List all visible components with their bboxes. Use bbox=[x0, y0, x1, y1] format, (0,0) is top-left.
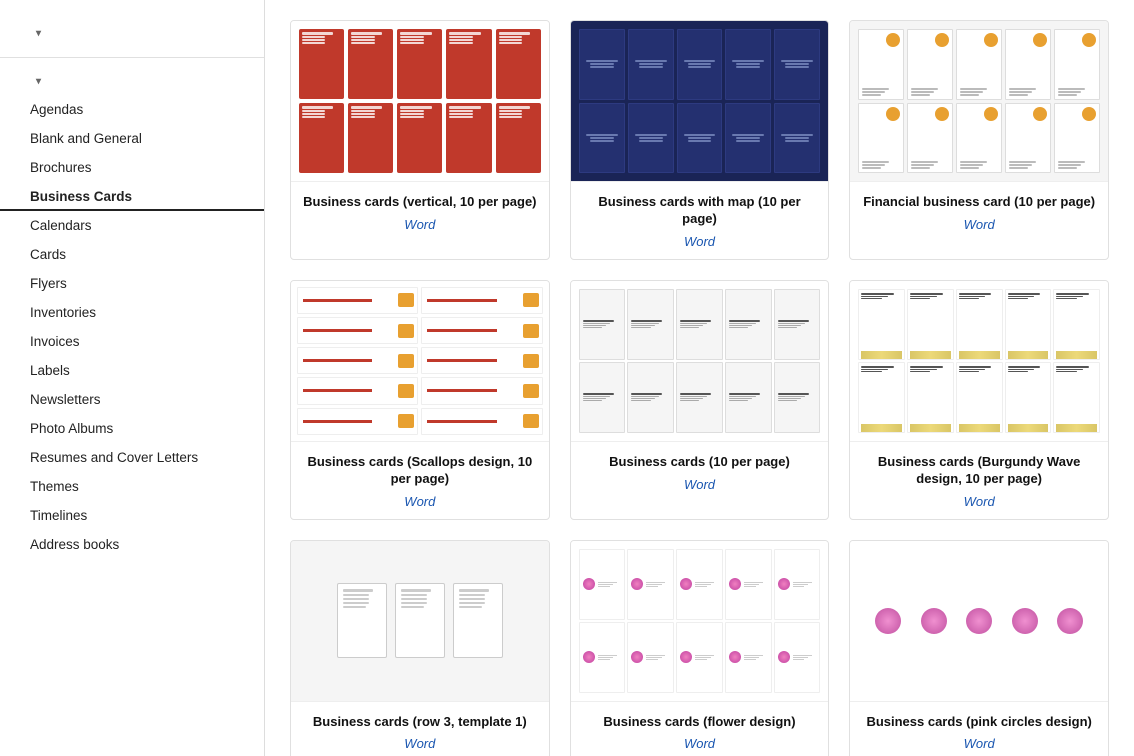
template-preview-bc-burgundy-10 bbox=[850, 281, 1108, 441]
browse-chevron-icon: ▾ bbox=[36, 76, 42, 87]
template-card-bc-10page[interactable]: Business cards (10 per page) Word bbox=[570, 280, 830, 520]
template-title-bc-financial-10: Financial business card (10 per page) bbox=[860, 194, 1098, 211]
browse-header[interactable]: ▾ bbox=[0, 68, 264, 95]
template-title-bc-burgundy-10: Business cards (Burgundy Wave design, 10… bbox=[860, 454, 1098, 488]
sidebar-item-resumes[interactable]: Resumes and Cover Letters bbox=[0, 443, 264, 472]
template-preview-bc-vertical-10 bbox=[291, 21, 549, 181]
sidebar-item-brochures[interactable]: Brochures bbox=[0, 153, 264, 182]
sidebar-item-calendars[interactable]: Calendars bbox=[0, 211, 264, 240]
favorites-chevron-icon: ▾ bbox=[36, 28, 42, 39]
template-card-bc-pink-circles[interactable]: Business cards (pink circles design) Word bbox=[849, 540, 1109, 756]
main-content: Business cards (vertical, 10 per page) Wo… bbox=[265, 0, 1134, 756]
template-preview-bc-flowers-pink bbox=[571, 541, 829, 701]
sidebar-item-address-books[interactable]: Address books bbox=[0, 530, 264, 559]
template-title-bc-map-10: Business cards with map (10 per page) bbox=[581, 194, 819, 228]
template-title-bc-pink-circles: Business cards (pink circles design) bbox=[860, 714, 1098, 731]
template-card-bc-row3-1[interactable]: Business cards (row 3, template 1) Word bbox=[290, 540, 550, 756]
sidebar-item-business-cards[interactable]: Business Cards bbox=[0, 182, 264, 211]
template-card-bc-burgundy-10[interactable]: Business cards (Burgundy Wave design, 10… bbox=[849, 280, 1109, 520]
sidebar-item-labels[interactable]: Labels bbox=[0, 356, 264, 385]
template-title-bc-scallops-10: Business cards (Scallops design, 10 per … bbox=[301, 454, 539, 488]
sidebar-item-blank-general[interactable]: Blank and General bbox=[0, 124, 264, 153]
template-preview-bc-map-10 bbox=[571, 21, 829, 181]
template-card-bc-flowers-pink[interactable]: Business cards (flower design) Word bbox=[570, 540, 830, 756]
template-preview-bc-pink-circles bbox=[850, 541, 1108, 701]
template-preview-bc-scallops-10 bbox=[291, 281, 549, 441]
sidebar-nav: AgendasBlank and GeneralBrochuresBusines… bbox=[0, 95, 264, 559]
template-title-bc-row3-1: Business cards (row 3, template 1) bbox=[301, 714, 539, 731]
sidebar-item-newsletters[interactable]: Newsletters bbox=[0, 385, 264, 414]
template-app-bc-burgundy-10: Word bbox=[860, 494, 1098, 509]
template-title-bc-flowers-pink: Business cards (flower design) bbox=[581, 714, 819, 731]
sidebar-item-invoices[interactable]: Invoices bbox=[0, 327, 264, 356]
template-title-bc-vertical-10: Business cards (vertical, 10 per page) bbox=[301, 194, 539, 211]
sidebar-divider-1 bbox=[0, 57, 264, 58]
template-app-bc-row3-1: Word bbox=[301, 736, 539, 751]
template-app-bc-pink-circles: Word bbox=[860, 736, 1098, 751]
template-app-bc-10page: Word bbox=[581, 477, 819, 492]
template-app-bc-scallops-10: Word bbox=[301, 494, 539, 509]
template-card-bc-map-10[interactable]: Business cards with map (10 per page) Wor… bbox=[570, 20, 830, 260]
template-card-bc-scallops-10[interactable]: Business cards (Scallops design, 10 per … bbox=[290, 280, 550, 520]
sidebar-item-agendas[interactable]: Agendas bbox=[0, 95, 264, 124]
sidebar-item-timelines[interactable]: Timelines bbox=[0, 501, 264, 530]
sidebar-item-flyers[interactable]: Flyers bbox=[0, 269, 264, 298]
template-card-bc-financial-10[interactable]: Financial business card (10 per page) Wor… bbox=[849, 20, 1109, 260]
sidebar-item-photo-albums[interactable]: Photo Albums bbox=[0, 414, 264, 443]
template-card-bc-vertical-10[interactable]: Business cards (vertical, 10 per page) Wo… bbox=[290, 20, 550, 260]
template-title-bc-10page: Business cards (10 per page) bbox=[581, 454, 819, 471]
sidebar-item-themes[interactable]: Themes bbox=[0, 472, 264, 501]
template-app-bc-map-10: Word bbox=[581, 234, 819, 249]
template-preview-bc-10page bbox=[571, 281, 829, 441]
sidebar: ▾ ▾ AgendasBlank and GeneralBrochuresBus… bbox=[0, 0, 265, 756]
template-preview-bc-row3-1 bbox=[291, 541, 549, 701]
template-app-bc-flowers-pink: Word bbox=[581, 736, 819, 751]
template-app-bc-financial-10: Word bbox=[860, 217, 1098, 232]
template-app-bc-vertical-10: Word bbox=[301, 217, 539, 232]
favorites-header[interactable]: ▾ bbox=[0, 20, 264, 47]
sidebar-item-cards[interactable]: Cards bbox=[0, 240, 264, 269]
template-preview-bc-financial-10 bbox=[850, 21, 1108, 181]
template-grid: Business cards (vertical, 10 per page) Wo… bbox=[290, 20, 1109, 756]
sidebar-item-inventories[interactable]: Inventories bbox=[0, 298, 264, 327]
